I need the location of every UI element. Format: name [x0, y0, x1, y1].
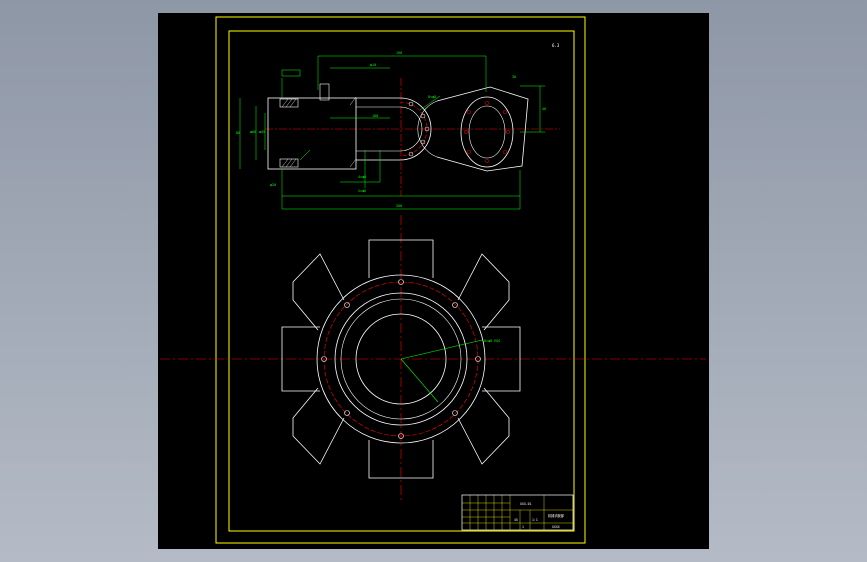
circle-callout: 8×φ8 EQS: [484, 339, 500, 343]
front-view: 8×φ8 EQS: [160, 215, 706, 500]
title-sheet: 1: [522, 525, 524, 529]
leader-callout: [400, 339, 483, 360]
dim-holes-bottom: 2×φ6: [358, 189, 366, 193]
dim-top-pin: φ10: [370, 63, 376, 67]
title-school: XXXX: [552, 525, 560, 529]
dim-top-right: 30: [512, 75, 516, 79]
hatch-lines: [281, 96, 357, 168]
dim-right-height: 40: [542, 107, 546, 111]
dim-bottom-lower: φ20: [270, 183, 276, 187]
title-part-name: 机械手腕部: [548, 513, 565, 518]
dim-bottom-total: 200: [396, 204, 402, 208]
dim-left-inner-2: φ45: [259, 130, 265, 134]
inner-frame: [228, 30, 575, 532]
section-view: 190 φ10 30 80 φ60 φ45 100 40 φ20 200 8×φ…: [236, 51, 560, 210]
title-drawing-no: XXX-01: [520, 502, 532, 506]
dim-left-inner-1: φ60: [250, 130, 256, 134]
dimension-lines: [239, 55, 545, 210]
outer-frame: [215, 16, 586, 544]
title-scale: 1:1: [532, 518, 538, 522]
roughness-note: 6.3: [552, 43, 560, 48]
dim-left-height: 80: [236, 131, 240, 135]
dim-holes-mid: 4×φ6: [358, 175, 366, 179]
dim-mid-slot: 100: [372, 114, 378, 118]
title-block: XXX-01 机械手腕部 45 1:1 1 XXXX: [461, 494, 574, 531]
dim-holes-top: 8×φ8: [428, 95, 436, 99]
leader-arrow: [400, 358, 439, 403]
title-material: 45: [514, 518, 518, 522]
shaft-body: [267, 97, 357, 170]
dim-top-overall: 190: [396, 51, 402, 55]
wrist-bore: [468, 105, 506, 159]
cad-drawing: 6.3 190 φ10 30 80 φ60 φ45 100 40 φ20 200…: [160, 16, 706, 544]
flange-holes: [463, 100, 511, 164]
